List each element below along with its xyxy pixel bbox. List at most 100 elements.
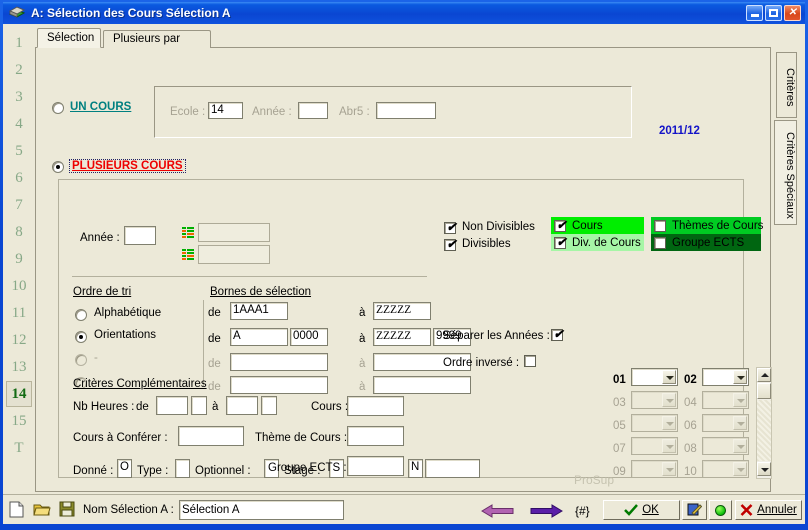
vtab-criteres-speciaux[interactable]: Critères Spéciaux bbox=[774, 120, 797, 225]
input-borne-a-4[interactable] bbox=[373, 376, 471, 394]
new-document-icon[interactable] bbox=[9, 501, 24, 523]
rail-item-T[interactable]: T bbox=[6, 435, 32, 461]
list-lines-icon[interactable] bbox=[182, 227, 194, 240]
rail-item-15[interactable]: 15 bbox=[6, 408, 32, 434]
input-nb-heures-a-unit[interactable] bbox=[261, 396, 277, 415]
input-annee-single[interactable] bbox=[298, 102, 328, 119]
input-ecole[interactable]: 14 bbox=[208, 102, 243, 119]
status-button[interactable] bbox=[709, 500, 732, 520]
label-ecole: Ecole : bbox=[170, 106, 206, 118]
checkbox-ordre-inverse[interactable] bbox=[524, 355, 536, 367]
combo-slot-10[interactable] bbox=[702, 460, 749, 478]
input-donne[interactable]: O bbox=[117, 459, 132, 478]
rail-item-14[interactable]: 14 bbox=[6, 381, 32, 407]
combo-slot-03[interactable] bbox=[631, 391, 678, 409]
save-diskette-icon[interactable] bbox=[59, 501, 75, 522]
vtab-criteres[interactable]: Critères bbox=[776, 52, 797, 118]
input-nb-heures-a[interactable] bbox=[226, 396, 258, 415]
rail-item-11[interactable]: 11 bbox=[6, 300, 32, 326]
input-list-row-1[interactable] bbox=[198, 223, 270, 242]
tab-selection[interactable]: Sélection bbox=[37, 28, 101, 48]
open-folder-icon[interactable] bbox=[33, 502, 51, 522]
slots-scrollbar[interactable] bbox=[756, 367, 772, 479]
combo-slot-08[interactable] bbox=[702, 437, 749, 455]
label-annee-single: Année : bbox=[252, 106, 292, 118]
input-borne-de-1[interactable]: 1AAA1 bbox=[230, 302, 288, 320]
checkbox-divisibles[interactable]: ✔ bbox=[444, 237, 457, 251]
heading-bornes-de-selection: Bornes de sélection bbox=[210, 286, 312, 298]
minimize-button[interactable] bbox=[746, 5, 763, 21]
input-cours-a-conferer[interactable] bbox=[178, 426, 244, 446]
ok-button[interactable]: OK bbox=[603, 500, 680, 520]
arrow-right-icon[interactable] bbox=[530, 504, 563, 523]
radio-alphabetique[interactable] bbox=[75, 309, 87, 321]
scroll-down-icon[interactable] bbox=[757, 462, 771, 476]
input-groupe-ects-extra[interactable] bbox=[347, 456, 404, 476]
combo-slot-06[interactable] bbox=[702, 414, 749, 432]
input-borne-a-1[interactable]: ZZZZZ bbox=[373, 302, 431, 320]
combo-slot-09[interactable] bbox=[631, 460, 678, 478]
label-un-cours[interactable]: UN COURS bbox=[70, 101, 131, 113]
checkbox-cours[interactable]: ✔ bbox=[554, 218, 567, 232]
combo-slot-02[interactable] bbox=[702, 368, 749, 386]
rail-item-7[interactable]: 7 bbox=[6, 192, 32, 218]
checkbox-non-divisibles[interactable]: ✔ bbox=[444, 220, 457, 234]
radio-un-cours[interactable] bbox=[52, 102, 64, 114]
label-non-divisibles: Non Divisibles bbox=[462, 221, 535, 233]
input-mobilite-extra[interactable] bbox=[425, 459, 480, 478]
radio-sort-3[interactable] bbox=[75, 354, 87, 366]
close-button[interactable]: ✕ bbox=[784, 5, 801, 21]
input-borne-de-3[interactable] bbox=[230, 353, 328, 371]
rail-item-3[interactable]: 3 bbox=[6, 84, 32, 110]
rail-item-5[interactable]: 5 bbox=[6, 138, 32, 164]
scroll-up-icon[interactable] bbox=[757, 368, 771, 382]
tab-plusieurs-par-noms[interactable]: Plusieurs par Noms bbox=[103, 30, 211, 62]
rail-item-6[interactable]: 6 bbox=[6, 165, 32, 191]
input-annee-multi[interactable] bbox=[124, 226, 156, 245]
rail-item-12[interactable]: 12 bbox=[6, 327, 32, 353]
rail-item-2[interactable]: 2 bbox=[6, 57, 32, 83]
combo-slot-05[interactable] bbox=[631, 414, 678, 432]
checkbox-themes-de-cours[interactable] bbox=[654, 220, 666, 232]
input-nb-heures-de[interactable] bbox=[156, 396, 188, 415]
rail-item-13[interactable]: 13 bbox=[6, 354, 32, 380]
input-list-row-2[interactable] bbox=[198, 245, 270, 264]
label-slot-06: 06 bbox=[684, 420, 697, 432]
input-abr5[interactable] bbox=[376, 102, 436, 119]
rail-item-4[interactable]: 4 bbox=[6, 111, 32, 137]
combo-slot-04[interactable] bbox=[702, 391, 749, 409]
label-separer-les-annees: Séparer les Années : bbox=[443, 330, 550, 342]
arrow-left-icon[interactable] bbox=[481, 504, 514, 523]
input-borne-de-2[interactable]: A bbox=[230, 328, 288, 346]
label-count[interactable]: {#} bbox=[575, 504, 590, 518]
checkbox-groupe-ects[interactable] bbox=[654, 237, 666, 249]
label-slot-02: 02 bbox=[684, 374, 697, 386]
radio-orientations[interactable] bbox=[75, 331, 87, 343]
input-mobilite[interactable]: N bbox=[408, 459, 423, 478]
combo-slot-01[interactable] bbox=[631, 368, 678, 386]
rail-item-8[interactable]: 8 bbox=[6, 219, 32, 245]
cancel-button[interactable]: Annuler bbox=[735, 500, 802, 520]
input-theme-de-cours[interactable] bbox=[347, 426, 404, 446]
year-rail: 1 2 3 4 5 6 7 8 9 10 11 12 13 14 15 T bbox=[3, 24, 35, 492]
rail-item-10[interactable]: 10 bbox=[6, 273, 32, 299]
checkbox-separer-les-annees[interactable]: ✔ bbox=[551, 327, 564, 341]
input-borne-a-2[interactable]: ZZZZZ bbox=[373, 328, 431, 346]
rail-item-9[interactable]: 9 bbox=[6, 246, 32, 272]
input-nb-heures-de-unit[interactable] bbox=[191, 396, 207, 415]
input-nom-selection[interactable]: Sélection A bbox=[179, 500, 344, 520]
checkbox-div-de-cours[interactable]: ✔ bbox=[554, 235, 567, 249]
radio-plusieurs-cours[interactable] bbox=[52, 161, 64, 173]
scrollbar-thumb[interactable] bbox=[757, 383, 771, 399]
rail-item-1[interactable]: 1 bbox=[6, 30, 32, 56]
scrollbar-track[interactable] bbox=[757, 400, 771, 461]
input-borne-de-2b[interactable]: 0000 bbox=[290, 328, 328, 346]
maximize-button[interactable] bbox=[765, 5, 782, 21]
combo-slot-07[interactable] bbox=[631, 437, 678, 455]
input-cours-extra[interactable] bbox=[347, 396, 404, 416]
label-plusieurs-cours[interactable]: PLUSIEURS COURS bbox=[69, 159, 186, 173]
list-lines-icon-2[interactable] bbox=[182, 249, 194, 262]
input-borne-de-4[interactable] bbox=[230, 376, 328, 394]
edit-note-button[interactable] bbox=[682, 500, 707, 520]
input-type[interactable] bbox=[175, 459, 190, 478]
